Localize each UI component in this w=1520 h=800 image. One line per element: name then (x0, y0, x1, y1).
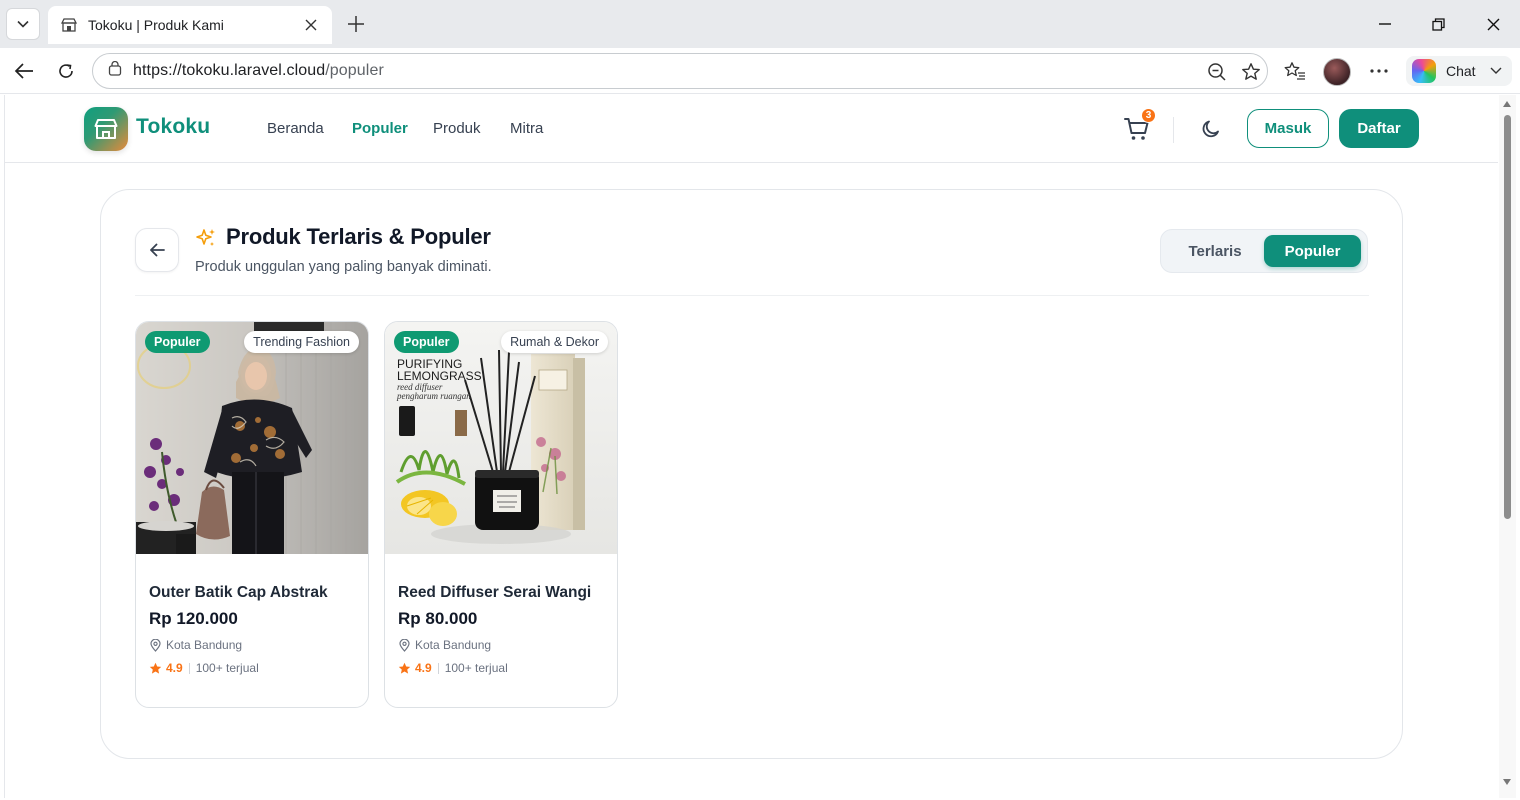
copilot-chat-button[interactable]: Chat (1406, 56, 1512, 86)
browser-tab-bar: Tokoku | Produk Kami (0, 0, 1520, 48)
chevron-down-icon (1490, 67, 1502, 74)
product-card[interactable]: Populer Trending Fashion Outer Batik Cap… (135, 321, 369, 708)
arrow-left-icon (14, 63, 33, 79)
back-button[interactable] (135, 228, 179, 272)
product-name[interactable]: Reed Diffuser Serai Wangi (398, 584, 591, 602)
product-sold: 100+ terjual (444, 661, 508, 675)
url-text: https://tokoku.laravel.cloud/populer (133, 62, 384, 79)
site-header: Tokoku Beranda Populer Produk Mitra 3 Ma… (5, 95, 1498, 163)
section-divider (135, 295, 1369, 296)
theme-toggle-button[interactable] (1198, 116, 1224, 142)
copilot-icon (1412, 59, 1436, 83)
sparkles-icon (196, 229, 215, 246)
site-info-icon[interactable] (107, 60, 123, 82)
meta-separator (437, 662, 439, 674)
minimize-button[interactable] (1365, 8, 1405, 40)
tab-populer[interactable]: Populer (1264, 235, 1361, 267)
scroll-down-arrow-icon[interactable] (1503, 779, 1511, 785)
star-icon (149, 662, 162, 675)
scroll-up-arrow-icon[interactable] (1503, 101, 1511, 107)
image-text-line2: LEMONGRASS (397, 369, 482, 383)
product-sold: 100+ terjual (195, 661, 259, 675)
close-window-button[interactable] (1473, 8, 1513, 40)
product-rating: 4.9 (166, 661, 183, 675)
star-icon (398, 662, 411, 675)
product-card[interactable]: PURIFYING LEMONGRASS reed diffuser pengh… (384, 321, 618, 708)
product-image[interactable]: PURIFYING LEMONGRASS reed diffuser pengh… (385, 322, 617, 554)
category-badge: Trending Fashion (244, 331, 359, 353)
browser-toolbar: https://tokoku.laravel.cloud/populer Cha… (0, 48, 1520, 94)
nav-produk[interactable]: Produk (433, 120, 481, 137)
popular-badge: Populer (394, 331, 459, 353)
scroll-thumb[interactable] (1504, 115, 1511, 519)
page-viewport: Tokoku Beranda Populer Produk Mitra 3 Ma… (4, 95, 1498, 798)
chat-label: Chat (1446, 63, 1476, 79)
page-scrollbar[interactable] (1499, 95, 1516, 798)
product-price: Rp 80.000 (398, 609, 478, 628)
product-location: Kota Bandung (149, 638, 242, 652)
favorite-star-icon[interactable] (1239, 60, 1263, 84)
nav-beranda[interactable]: Beranda (267, 120, 324, 137)
favorites-icon[interactable] (1282, 58, 1308, 84)
minimize-icon (1379, 23, 1391, 25)
product-image[interactable]: Populer Trending Fashion (136, 322, 368, 554)
product-meta: 4.9 100+ terjual (149, 661, 259, 675)
cart-count-badge: 3 (1141, 108, 1156, 123)
profile-avatar[interactable] (1323, 58, 1351, 86)
product-rating: 4.9 (415, 661, 432, 675)
meta-separator (188, 662, 190, 674)
category-badge: Rumah & Dekor (501, 331, 608, 353)
restore-icon (1431, 17, 1445, 31)
address-bar[interactable]: https://tokoku.laravel.cloud/populer (92, 53, 1268, 89)
browser-tab[interactable]: Tokoku | Produk Kami (48, 6, 332, 44)
product-meta: 4.9 100+ terjual (398, 661, 508, 675)
reload-button[interactable] (50, 55, 82, 87)
new-tab-button[interactable] (340, 10, 372, 38)
zoom-out-icon[interactable] (1205, 60, 1229, 84)
popular-products-card: Produk Terlaris & Populer Produk unggula… (100, 189, 1403, 759)
moon-icon (1202, 120, 1219, 138)
popular-badge: Populer (145, 331, 210, 353)
store-logo-icon[interactable] (84, 107, 128, 151)
chevron-down-icon (17, 20, 29, 28)
arrow-left-icon (150, 243, 165, 257)
image-text-line4: pengharum ruangan (396, 391, 471, 401)
register-button[interactable]: Daftar (1339, 109, 1419, 148)
more-options-icon[interactable] (1366, 58, 1392, 84)
tab-terlaris[interactable]: Terlaris (1167, 235, 1263, 267)
tab-title: Tokoku | Produk Kami (88, 17, 224, 33)
close-tab-icon[interactable] (302, 16, 320, 34)
store-favicon-icon (60, 16, 78, 34)
map-pin-icon (149, 638, 161, 652)
product-location: Kota Bandung (398, 638, 491, 652)
nav-mitra[interactable]: Mitra (510, 120, 543, 137)
close-icon (1487, 18, 1499, 30)
reload-icon (59, 64, 73, 78)
filter-segmented-control: Terlaris Populer (1160, 229, 1368, 273)
back-nav-button[interactable] (8, 55, 40, 87)
tab-list-button[interactable] (6, 8, 40, 40)
nav-populer[interactable]: Populer (352, 120, 408, 137)
product-price: Rp 120.000 (149, 609, 238, 628)
login-button[interactable]: Masuk (1247, 109, 1329, 148)
restore-button[interactable] (1418, 8, 1458, 40)
header-divider (1173, 117, 1174, 143)
map-pin-icon (398, 638, 410, 652)
section-subtitle: Produk unggulan yang paling banyak dimin… (195, 259, 492, 275)
section-title: Produk Terlaris & Populer (226, 224, 491, 249)
product-name[interactable]: Outer Batik Cap Abstrak (149, 584, 328, 602)
brand-name[interactable]: Tokoku (136, 115, 210, 139)
plus-icon (348, 16, 364, 32)
